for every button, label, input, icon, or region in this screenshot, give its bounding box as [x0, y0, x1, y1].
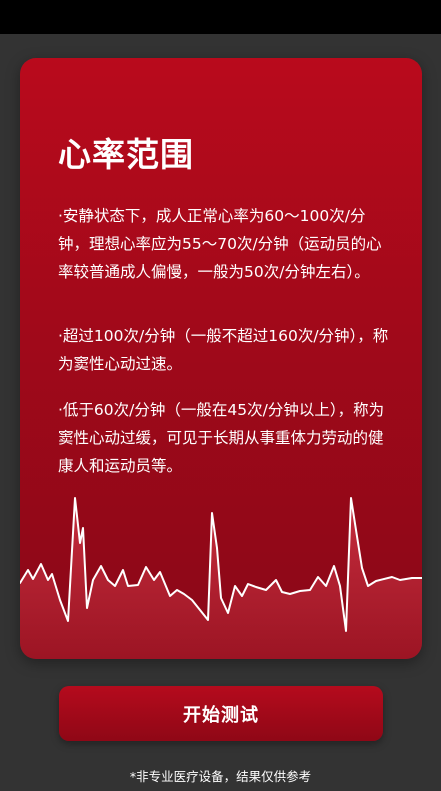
bradycardia-paragraph: ·低于60次/分钟（一般在45次/分钟以上），称为窦性心动过缓，可见于长期从事重…	[58, 401, 385, 475]
start-test-button[interactable]: 开始测试	[59, 686, 383, 741]
tachycardia-paragraph: ·超过100次/分钟（一般不超过160次/分钟），称为窦性心动过速。	[58, 327, 389, 373]
heart-rate-info-card: 心率范围 ·安静状态下，成人正常心率为60～100次/分钟，理想心率应为55～7…	[20, 58, 422, 659]
card-title: 心率范围	[58, 135, 194, 174]
ecg-area	[20, 498, 422, 659]
normal-range-paragraph: ·安静状态下，成人正常心率为60～100次/分钟，理想心率应为55～70次/分钟…	[58, 207, 382, 281]
ecg-heartbeat-illustration	[20, 497, 422, 659]
disclaimer-text: *非专业医疗设备，结果仅供参考	[129, 769, 312, 784]
status-bar	[0, 0, 441, 34]
